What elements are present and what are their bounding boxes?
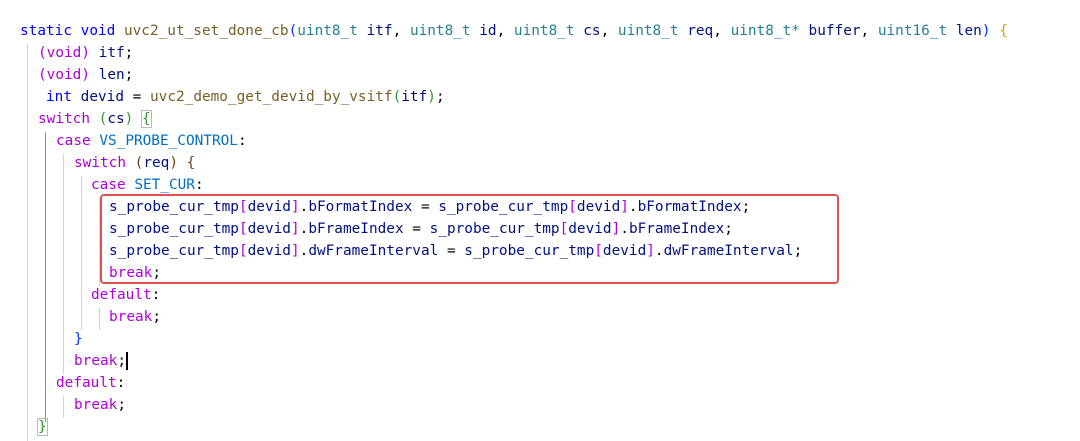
code-line-18[interactable]: break; bbox=[74, 394, 126, 416]
type: uint16_t bbox=[877, 23, 948, 39]
keyword: case bbox=[56, 133, 91, 149]
code-line-6[interactable]: case VS_PROBE_CONTROL: bbox=[56, 130, 247, 152]
keyword: default bbox=[91, 287, 152, 303]
type: uint8_t bbox=[409, 23, 471, 39]
code-line-5[interactable]: switch (cs) { bbox=[38, 108, 152, 130]
indent-guide bbox=[27, 44, 28, 441]
variable: itf bbox=[401, 89, 428, 105]
code-line-8[interactable]: case SET_CUR: bbox=[91, 174, 204, 196]
brace: } bbox=[74, 331, 83, 347]
keyword: break bbox=[74, 353, 118, 369]
indent-guide bbox=[81, 176, 82, 330]
variable: itf bbox=[98, 45, 125, 61]
param: req bbox=[687, 23, 714, 39]
type-keyword: int bbox=[46, 89, 72, 105]
keyword: case bbox=[91, 177, 126, 193]
code-line-13[interactable]: default: bbox=[91, 284, 160, 306]
variable: len bbox=[98, 67, 125, 83]
code-line-7[interactable]: switch (req) { bbox=[74, 152, 195, 174]
keyword: switch bbox=[38, 111, 90, 127]
type: uint8_t bbox=[513, 23, 575, 39]
variable: devid bbox=[80, 89, 124, 105]
text-cursor bbox=[126, 352, 128, 370]
code-line-15[interactable]: } bbox=[74, 328, 83, 350]
indent-guide-active bbox=[45, 132, 46, 422]
code-editor[interactable]: static void uvc2_ut_set_done_cb(uint8_t … bbox=[0, 0, 1080, 441]
keyword: switch bbox=[74, 155, 126, 171]
paren: ) bbox=[981, 23, 991, 39]
indent-guide bbox=[99, 308, 100, 330]
type: uint8_t bbox=[297, 23, 358, 39]
brace: } bbox=[37, 418, 48, 436]
macro: VS_PROBE_CONTROL bbox=[99, 133, 238, 149]
brace: { bbox=[999, 23, 1008, 39]
code-line-1[interactable]: static void uvc2_ut_set_done_cb(uint8_t … bbox=[20, 20, 1008, 42]
brace: { bbox=[141, 110, 152, 128]
paren: ( bbox=[288, 23, 298, 39]
keyword: break bbox=[74, 397, 118, 413]
keyword: break bbox=[109, 309, 153, 325]
param: id bbox=[479, 23, 497, 39]
macro: SET_CUR bbox=[134, 177, 195, 193]
indent-guide bbox=[63, 396, 64, 418]
indent-guide bbox=[63, 154, 64, 374]
param: cs bbox=[583, 23, 601, 39]
variable: cs bbox=[107, 111, 125, 127]
keyword: static bbox=[20, 23, 72, 39]
code-line-4[interactable]: int devid = uvc2_demo_get_devid_by_vsitf… bbox=[46, 86, 445, 108]
param: buffer bbox=[808, 23, 861, 39]
cast: (void) bbox=[38, 45, 90, 61]
brace: { bbox=[186, 155, 196, 171]
function-call: uvc2_demo_get_devid_by_vsitf bbox=[150, 89, 393, 105]
param: itf bbox=[366, 23, 393, 39]
code-line-17[interactable]: default: bbox=[56, 372, 125, 394]
code-line-16[interactable]: break; bbox=[74, 350, 126, 372]
type: uint8_t* bbox=[730, 23, 800, 39]
code-line-19[interactable]: } bbox=[37, 416, 48, 438]
param: len bbox=[955, 23, 982, 39]
keyword: default bbox=[56, 375, 117, 391]
keyword: void bbox=[80, 23, 116, 39]
type: uint8_t bbox=[617, 23, 679, 39]
code-line-2[interactable]: (void) itf; bbox=[38, 42, 133, 64]
cast: (void) bbox=[38, 67, 90, 83]
variable: req bbox=[143, 155, 170, 171]
function-name: uvc2_ut_set_done_cb bbox=[123, 23, 289, 39]
code-line-14[interactable]: break; bbox=[109, 306, 161, 328]
code-line-3[interactable]: (void) len; bbox=[38, 64, 133, 86]
highlight-box bbox=[100, 194, 839, 284]
